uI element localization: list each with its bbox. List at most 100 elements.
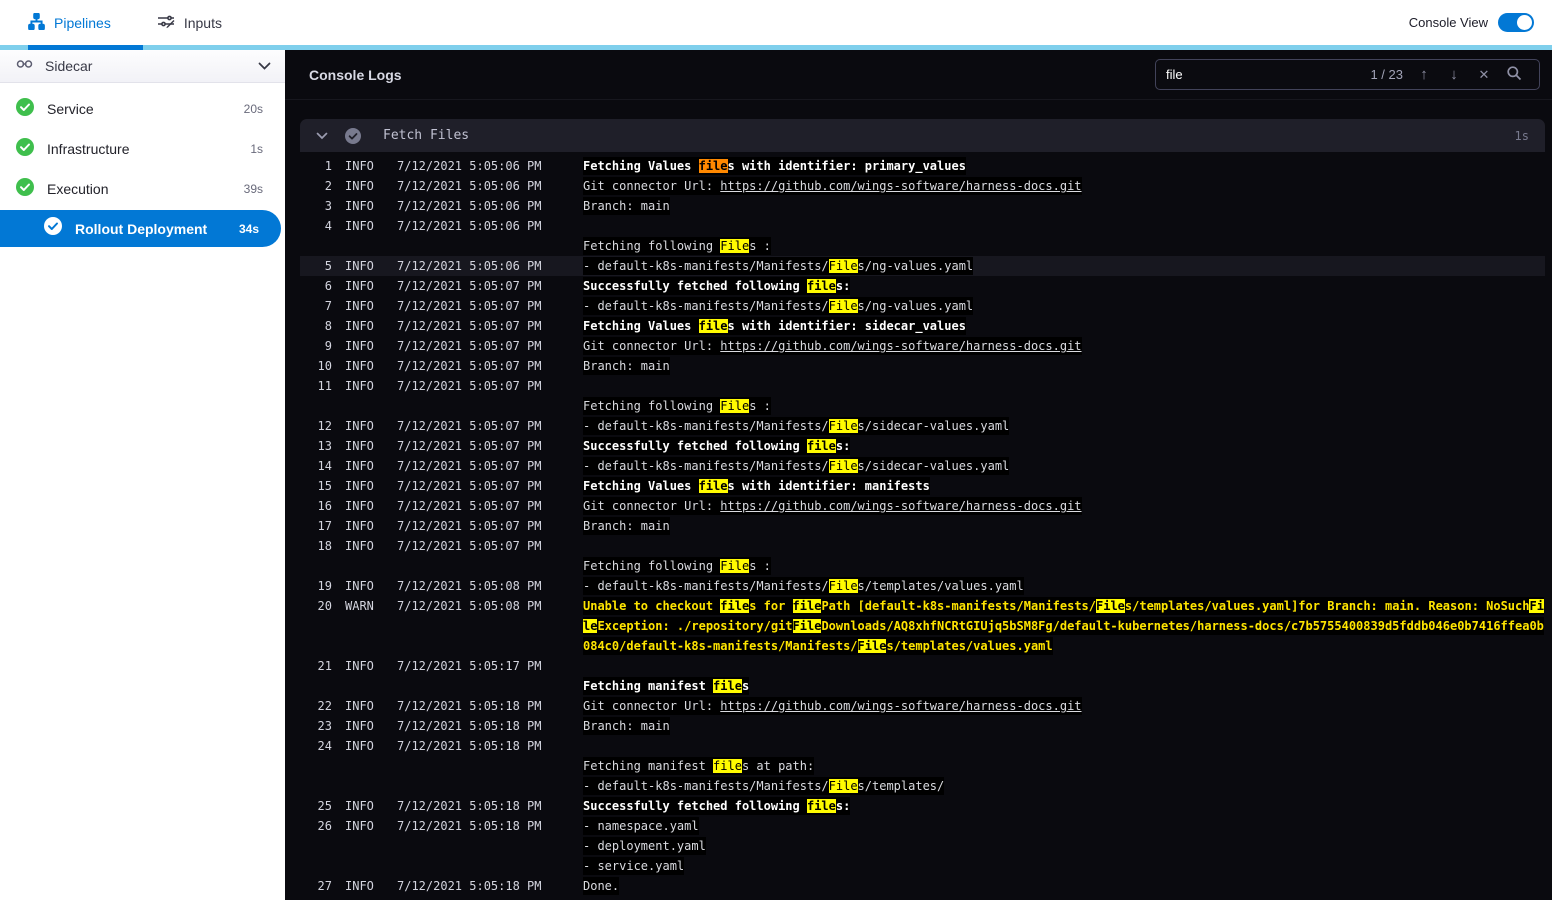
log-message: - deployment.yaml xyxy=(583,836,1545,856)
log-timestamp: 7/12/2021 5:05:07 PM xyxy=(397,279,542,293)
log-message-text: Fetching Values files with identifier: s… xyxy=(583,317,966,335)
log-row: 9 INFO 7/12/2021 5:05:07 PM Git connector U… xyxy=(300,336,1545,356)
log-level: INFO xyxy=(345,499,374,513)
log-section: Fetch Files 1s 1 INFO 7/12/2021 5:05:06 PM… xyxy=(300,119,1545,900)
log-timestamp xyxy=(397,856,547,876)
log-link[interactable]: https://github.com/wings-software/harnes… xyxy=(720,179,1081,193)
log-row: 24 INFO 7/12/2021 5:05:18 PM xyxy=(300,736,1545,756)
search-match: File xyxy=(720,559,750,573)
pipeline-header[interactable]: Sidecar xyxy=(0,50,285,83)
active-tab-underline xyxy=(28,45,143,50)
next-match-button[interactable]: ↓ xyxy=(1439,67,1469,82)
console-view-toggle[interactable] xyxy=(1498,13,1534,32)
log-text: Git connector Url: xyxy=(583,339,721,353)
status-success-icon xyxy=(16,97,34,121)
log-message-text: Done. xyxy=(583,877,620,895)
stage-list: Service 20s Infrastructure 1s Execution … xyxy=(0,83,285,248)
log-text: - default-k8s-manifests/Manifests/ xyxy=(583,259,829,273)
chevron-collapse-icon[interactable] xyxy=(316,132,328,140)
stage-service[interactable]: Service 20s xyxy=(0,89,285,129)
log-text: s/templates/values.yaml]for Branch: main… xyxy=(1124,599,1530,613)
log-row: Fetching following Files : xyxy=(300,556,1545,576)
log-timestamp: 7/12/2021 5:05:18 PM xyxy=(397,699,542,713)
log-link[interactable]: https://github.com/wings-software/harnes… xyxy=(720,699,1081,713)
search-match: file xyxy=(720,599,750,613)
clear-search-button[interactable]: ✕ xyxy=(1469,68,1499,81)
tab-pipelines[interactable]: Pipelines xyxy=(28,12,111,33)
log-message: Git connector Url: https://github.com/wi… xyxy=(583,696,1545,716)
log-level: INFO xyxy=(345,419,374,433)
log-line-number: 7 xyxy=(324,299,332,313)
log-text: - deployment.yaml xyxy=(583,839,706,853)
log-message: - default-k8s-manifests/Manifests/Files/… xyxy=(583,576,1545,596)
search-input[interactable] xyxy=(1166,67,1371,82)
stage-infrastructure[interactable]: Infrastructure 1s xyxy=(0,129,285,169)
log-message-text: Fetching following Files : xyxy=(583,397,771,415)
log-timestamp: 7/12/2021 5:05:18 PM xyxy=(397,739,542,753)
log-timestamp: 7/12/2021 5:05:18 PM xyxy=(397,879,542,893)
log-message: Fetching Values files with identifier: m… xyxy=(583,476,1545,496)
log-line-number: 10 xyxy=(317,359,332,373)
log-timestamp xyxy=(397,756,547,776)
log-timestamp xyxy=(397,836,547,856)
stage-duration: 34s xyxy=(238,221,259,236)
log-text: Exception: ./repository/git xyxy=(597,619,793,633)
log-timestamp xyxy=(397,676,547,696)
prev-match-button[interactable]: ↑ xyxy=(1409,67,1439,82)
log-row: 15 INFO 7/12/2021 5:05:07 PM Fetching Value… xyxy=(300,476,1545,496)
log-message xyxy=(583,536,1545,556)
log-timestamp: 7/12/2021 5:05:06 PM xyxy=(397,159,542,173)
search-icon[interactable] xyxy=(1499,65,1529,84)
log-text: - default-k8s-manifests/Manifests/ xyxy=(583,579,829,593)
log-line-number xyxy=(306,756,332,776)
log-text: Fetching following xyxy=(583,239,721,253)
log-timestamp: 7/12/2021 5:05:17 PM xyxy=(397,659,542,673)
log-text: s with identifier: manifests xyxy=(727,479,930,493)
step-success-icon xyxy=(345,127,361,144)
stage-label: Infrastructure xyxy=(47,141,130,157)
log-line-number: 14 xyxy=(317,459,332,473)
log-message: Successfully fetched following files: xyxy=(583,796,1545,816)
log-section-header[interactable]: Fetch Files 1s xyxy=(300,119,1545,152)
log-timestamp: 7/12/2021 5:05:07 PM xyxy=(397,359,542,373)
log-level: INFO xyxy=(345,379,374,393)
log-row: 3 INFO 7/12/2021 5:05:06 PM Branch: main xyxy=(300,196,1545,216)
search-match: file xyxy=(713,759,742,773)
log-line-number: 2 xyxy=(324,179,332,193)
log-line-number: 17 xyxy=(317,519,332,533)
stage-label: Service xyxy=(47,101,94,117)
log-row: Fetching manifest files at path: xyxy=(300,756,1545,776)
log-level: INFO xyxy=(345,199,374,213)
log-section-duration: 1s xyxy=(1514,128,1529,143)
log-timestamp: 7/12/2021 5:05:06 PM xyxy=(397,259,542,273)
log-text: Fetching following xyxy=(583,399,721,413)
log-level: INFO xyxy=(345,179,374,193)
log-line-number: 3 xyxy=(324,199,332,213)
log-text: s for xyxy=(749,599,793,613)
log-line-number: 6 xyxy=(324,279,332,293)
log-level: INFO xyxy=(345,259,374,273)
log-level: INFO xyxy=(345,439,374,453)
log-row: 11 INFO 7/12/2021 5:05:07 PM xyxy=(300,376,1545,396)
log-link[interactable]: https://github.com/wings-software/harnes… xyxy=(720,499,1081,513)
stage-rollout-deployment[interactable]: Rollout Deployment 34s xyxy=(0,210,281,247)
stage-execution[interactable]: Execution 39s xyxy=(0,169,285,209)
chevron-down-icon[interactable] xyxy=(258,62,271,70)
log-level: INFO xyxy=(345,699,374,713)
log-level: INFO xyxy=(345,819,374,833)
log-timestamp: 7/12/2021 5:05:06 PM xyxy=(397,199,542,213)
log-line-number xyxy=(306,776,332,796)
log-message-text: Branch: main xyxy=(583,197,670,215)
log-link[interactable]: https://github.com/wings-software/harnes… xyxy=(720,339,1081,353)
log-line-number: 12 xyxy=(317,419,332,433)
log-message-text: - default-k8s-manifests/Manifests/Files/… xyxy=(583,297,974,315)
log-line-number xyxy=(306,836,332,856)
log-row: 18 INFO 7/12/2021 5:05:07 PM xyxy=(300,536,1545,556)
log-text: s : xyxy=(749,239,771,253)
log-message-text: Fetching following Files : xyxy=(583,237,771,255)
log-line-number: 26 xyxy=(317,819,332,833)
log-text: s xyxy=(741,679,750,693)
log-message-text: - service.yaml xyxy=(583,857,685,875)
log-timestamp: 7/12/2021 5:05:07 PM xyxy=(397,459,542,473)
tab-inputs[interactable]: Inputs xyxy=(157,13,222,32)
